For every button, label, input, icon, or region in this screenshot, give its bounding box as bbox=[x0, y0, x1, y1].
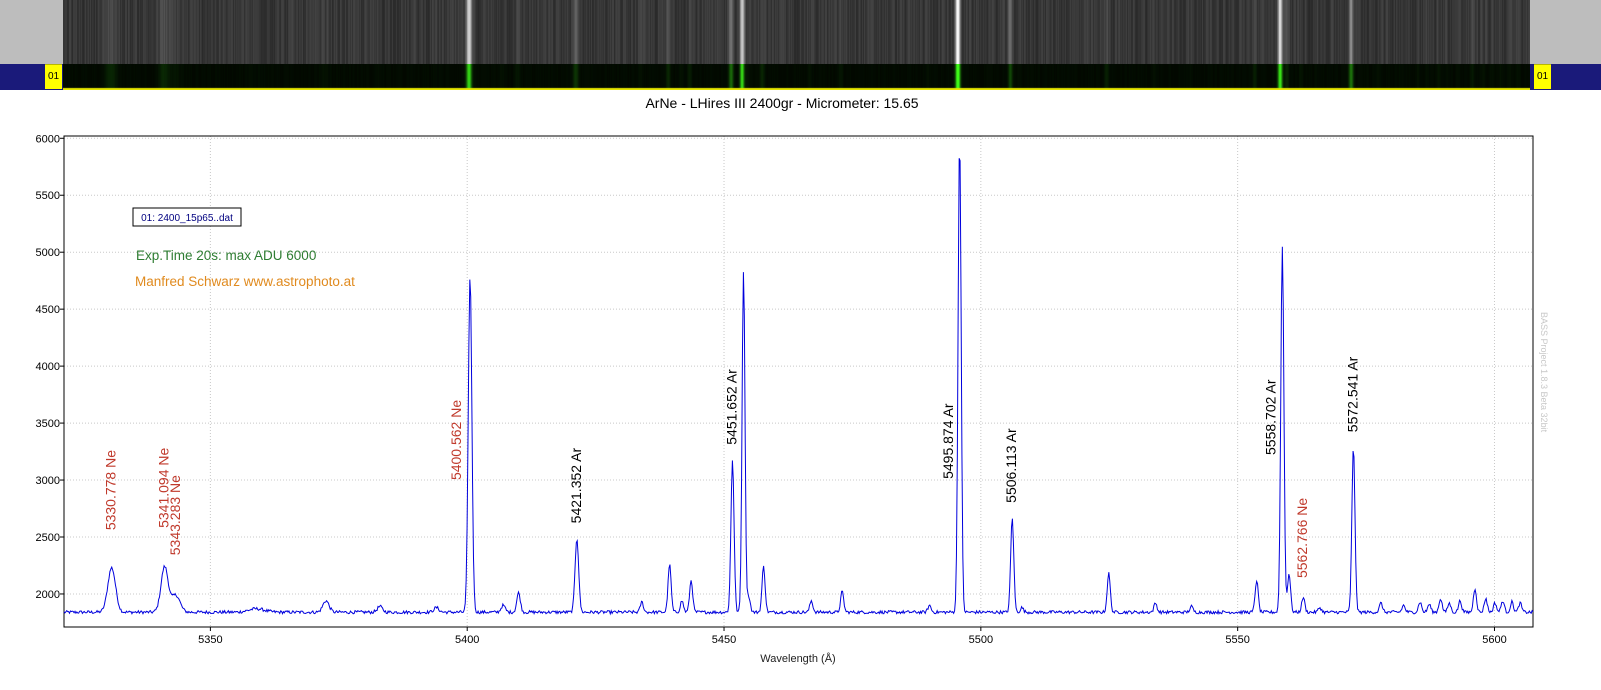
y-tick-label: 2000 bbox=[36, 589, 60, 601]
line-label: 5451.652 Ar bbox=[724, 369, 740, 445]
y-tick-label: 2500 bbox=[36, 532, 60, 544]
y-tick-label: 4000 bbox=[36, 361, 60, 373]
x-tick-label: 5400 bbox=[455, 634, 479, 646]
line-label: 5343.283 Ne bbox=[167, 475, 183, 555]
line-label: 5400.562 Ne bbox=[448, 400, 464, 480]
y-tick-label: 5500 bbox=[36, 190, 60, 202]
spectrum-2d-image bbox=[0, 0, 1601, 64]
spectrum-line bbox=[63, 158, 1534, 616]
y-tick-label: 5000 bbox=[36, 247, 60, 259]
y-tick-label: 6000 bbox=[36, 133, 60, 145]
y-tick-label: 3500 bbox=[36, 418, 60, 430]
line-label: 5572.541 Ar bbox=[1344, 356, 1360, 432]
spectrum-raw-frame bbox=[63, 0, 1530, 64]
line-label: 5558.702 Ar bbox=[1263, 379, 1279, 455]
software-watermark: BASS Project 1.8.3 Beta 32bit bbox=[1539, 312, 1549, 433]
line-label: 5506.113 Ar bbox=[1003, 428, 1019, 503]
x-tick-label: 5450 bbox=[712, 634, 736, 646]
line-label: 5562.766 Ne bbox=[1294, 498, 1310, 578]
profile-color-bar: 01 01 bbox=[0, 64, 1601, 90]
x-ticks: 5350 5400 5450 5500 5550 5600 bbox=[198, 627, 1507, 646]
profile-color-strip bbox=[63, 64, 1530, 90]
plot-frame bbox=[63, 135, 1534, 628]
legend-label: 01: 2400_15p65..dat bbox=[141, 213, 233, 224]
left-profile-tag: 01 bbox=[45, 64, 62, 89]
y-tick-label: 4500 bbox=[36, 304, 60, 316]
grid-layer bbox=[64, 136, 1533, 627]
x-axis-label: Wavelength (Å) bbox=[760, 652, 835, 665]
spectrum-chart: ArNe - LHires III 2400gr - Micrometer: 1… bbox=[36, 95, 1549, 665]
y-ticks: 2000 2500 3000 3500 4000 4500 5000 5500 6000 bbox=[36, 133, 64, 601]
exposure-note: Exp.Time 20s: max ADU 6000 bbox=[136, 248, 316, 263]
line-label: 5495.874 Ar bbox=[940, 403, 956, 479]
chart-title: ArNe - LHires III 2400gr - Micrometer: 1… bbox=[645, 95, 918, 111]
x-tick-label: 5550 bbox=[1225, 634, 1249, 646]
x-tick-label: 5600 bbox=[1482, 634, 1506, 646]
x-tick-label: 5350 bbox=[198, 634, 222, 646]
line-label: 5421.352 Ar bbox=[568, 447, 584, 523]
line-annotations: 5330.778 Ne 5341.094 Ne5343.283 Ne5400.56… bbox=[103, 356, 1361, 578]
legend-box: 01: 2400_15p65..dat bbox=[132, 207, 242, 227]
line-label: 5330.778 Ne bbox=[103, 450, 119, 530]
right-profile-tag: 01 bbox=[1534, 64, 1551, 89]
x-tick-label: 5500 bbox=[969, 634, 993, 646]
author-note: Manfred Schwarz www.astrophoto.at bbox=[135, 274, 355, 289]
y-tick-label: 3000 bbox=[36, 475, 60, 487]
